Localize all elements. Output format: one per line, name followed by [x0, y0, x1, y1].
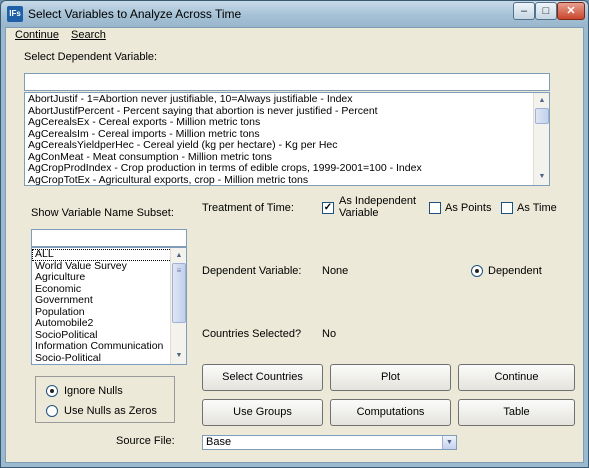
list-item[interactable]: Socio-Political: [32, 352, 186, 365]
countries-selected-value: No: [322, 328, 337, 340]
chevron-down-icon[interactable]: ▼: [442, 436, 456, 449]
title-bar[interactable]: IFs Select Variables to Analyze Across T…: [1, 1, 588, 27]
subset-heading: Show Variable Name Subset:: [31, 207, 174, 219]
as-independent-label[interactable]: As Independent Variable: [339, 195, 416, 219]
ignore-nulls-radio[interactable]: [46, 385, 58, 397]
source-file-value: Base: [206, 436, 232, 448]
as-time-checkbox[interactable]: [501, 202, 513, 214]
close-icon: ✕: [566, 5, 576, 17]
list-item[interactable]: ALL: [32, 248, 186, 261]
dependent-radio[interactable]: [471, 265, 483, 277]
subset-search-input[interactable]: [31, 229, 187, 247]
scroll-up-icon[interactable]: ▲: [172, 249, 186, 263]
computations-button[interactable]: Computations: [330, 399, 451, 426]
countries-selected-label: Countries Selected?: [202, 328, 302, 340]
list-item[interactable]: Agriculture: [32, 271, 186, 284]
menu-continue[interactable]: Continue: [15, 29, 59, 41]
table-button[interactable]: Table: [458, 399, 575, 426]
minimize-icon: –: [520, 5, 528, 17]
time-treatment-label: Treatment of Time:: [202, 202, 294, 214]
ignore-nulls-label[interactable]: Ignore Nulls: [64, 385, 123, 397]
menu-bar: Continue Search: [6, 28, 583, 44]
scroll-down-icon[interactable]: ▼: [172, 349, 186, 363]
plot-button[interactable]: Plot: [330, 364, 451, 391]
dependent-heading: Select Dependent Variable:: [24, 51, 158, 63]
subset-list[interactable]: ALL World Value Survey Agriculture Economic…: [31, 247, 187, 365]
source-file-label: Source File:: [116, 435, 175, 447]
list-item[interactable]: AbortJustif - 1=Abortion never justifiab…: [25, 93, 549, 106]
maximize-button[interactable]: □: [535, 2, 557, 20]
scroll-thumb[interactable]: [535, 108, 549, 124]
use-nulls-zeros-label[interactable]: Use Nulls as Zeros: [64, 405, 157, 417]
check-icon: ✓: [323, 202, 333, 213]
client-area: Continue Search Select Dependent Variabl…: [5, 27, 584, 463]
menu-search[interactable]: Search: [71, 29, 106, 41]
dependent-variable-value: None: [322, 265, 349, 277]
list-item[interactable]: AgCerealsEx - Cereal exports - Million m…: [25, 116, 549, 129]
use-nulls-zeros-radio[interactable]: [46, 405, 58, 417]
maximize-icon: □: [542, 5, 550, 17]
list-item[interactable]: Government: [32, 294, 186, 307]
grip-icon: ≡: [176, 266, 182, 275]
main-window: IFs Select Variables to Analyze Across T…: [0, 0, 589, 468]
list-item[interactable]: AgCerealsYieldperHec - Cereal yield (kg …: [25, 139, 549, 152]
minimize-button[interactable]: –: [513, 2, 535, 20]
list-item[interactable]: Automobile2: [32, 317, 186, 330]
dependent-search-input[interactable]: [24, 73, 550, 91]
dependent-list-scrollbar[interactable]: ▲ ▼: [533, 93, 549, 185]
select-countries-button[interactable]: Select Countries: [202, 364, 323, 391]
scroll-down-icon[interactable]: ▼: [535, 170, 549, 184]
app-icon: IFs: [7, 6, 23, 22]
as-points-checkbox[interactable]: [429, 202, 441, 214]
list-item[interactable]: Information Communication: [32, 340, 186, 353]
dependent-variable-list[interactable]: AbortJustif - 1=Abortion never justifiab…: [24, 92, 550, 186]
as-points-label[interactable]: As Points: [445, 202, 491, 214]
scroll-thumb[interactable]: ≡: [172, 263, 186, 323]
as-time-label[interactable]: As Time: [517, 202, 557, 214]
close-button[interactable]: ✕: [557, 2, 585, 20]
use-groups-button[interactable]: Use Groups: [202, 399, 323, 426]
scroll-up-icon[interactable]: ▲: [535, 94, 549, 108]
dependent-radio-label[interactable]: Dependent: [488, 265, 542, 277]
source-file-select[interactable]: Base ▼: [202, 435, 457, 450]
dependent-variable-label: Dependent Variable:: [202, 265, 302, 277]
continue-button[interactable]: Continue: [458, 364, 575, 391]
window-title: Select Variables to Analyze Across Time: [28, 7, 242, 21]
nulls-group: Ignore Nulls Use Nulls as Zeros: [35, 376, 175, 423]
subset-list-scrollbar[interactable]: ▲ ≡ ▼: [170, 248, 186, 364]
as-independent-checkbox[interactable]: ✓: [322, 202, 334, 214]
list-item[interactable]: AgCropTotEx - Agricultural exports, crop…: [25, 174, 549, 185]
list-item[interactable]: AgCropProdIndex - Crop production in ter…: [25, 162, 549, 175]
